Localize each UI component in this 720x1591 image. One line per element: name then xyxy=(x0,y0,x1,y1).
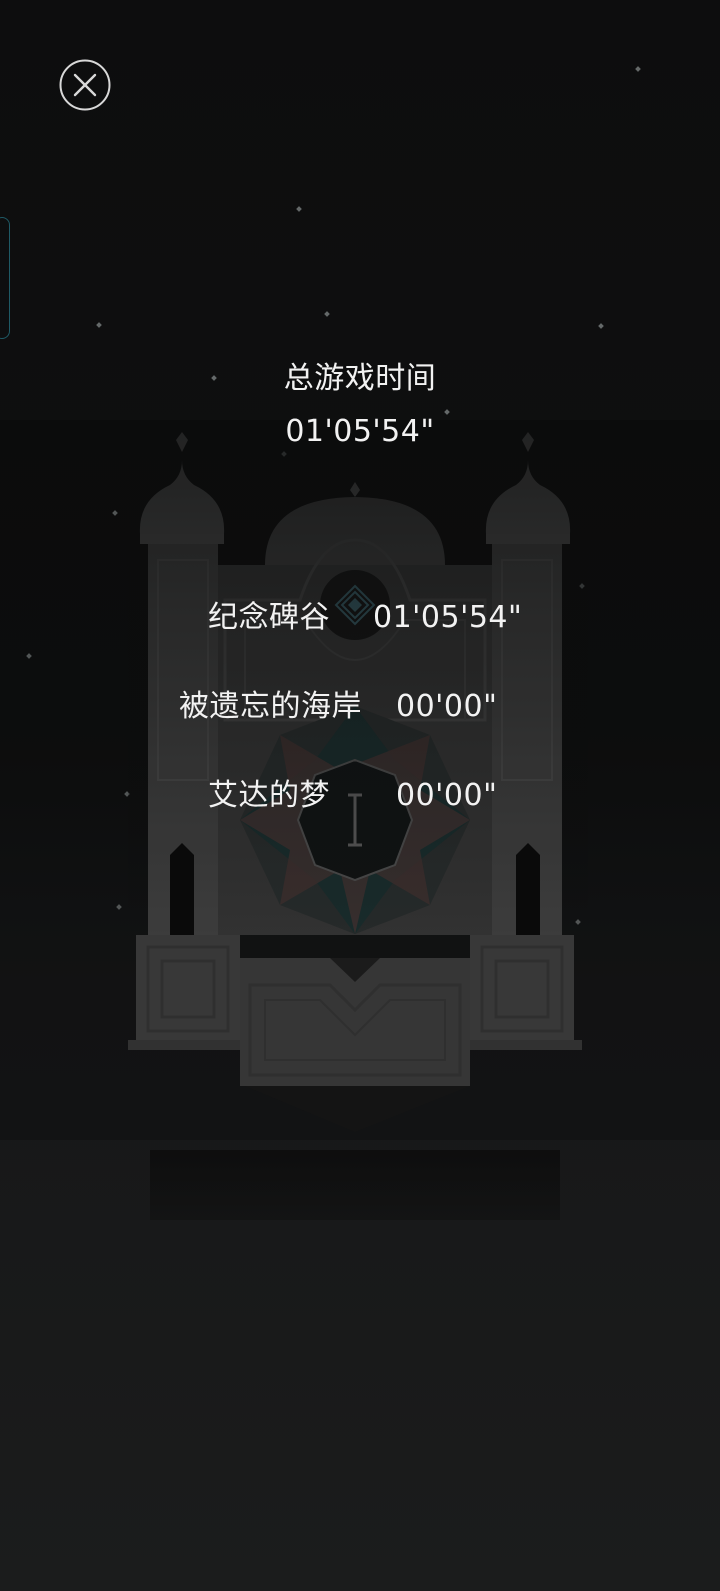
chapter-time: 00'00" xyxy=(396,689,498,724)
total-playtime-label: 总游戏时间 xyxy=(283,361,437,396)
chapter-name: 纪念碑谷 xyxy=(208,600,330,635)
chapter-name: 艾达的梦 xyxy=(208,778,330,813)
chapter-time: 01'05'54" xyxy=(373,600,523,635)
game-screen: 总游戏时间 01'05'54" 纪念碑谷 01'05'54" 被遗忘的海岸 00… xyxy=(0,0,720,1591)
total-playtime-value: 01'05'54" xyxy=(285,414,435,449)
chapter-name: 被遗忘的海岸 xyxy=(179,689,362,724)
chapter-time: 00'00" xyxy=(396,778,498,813)
